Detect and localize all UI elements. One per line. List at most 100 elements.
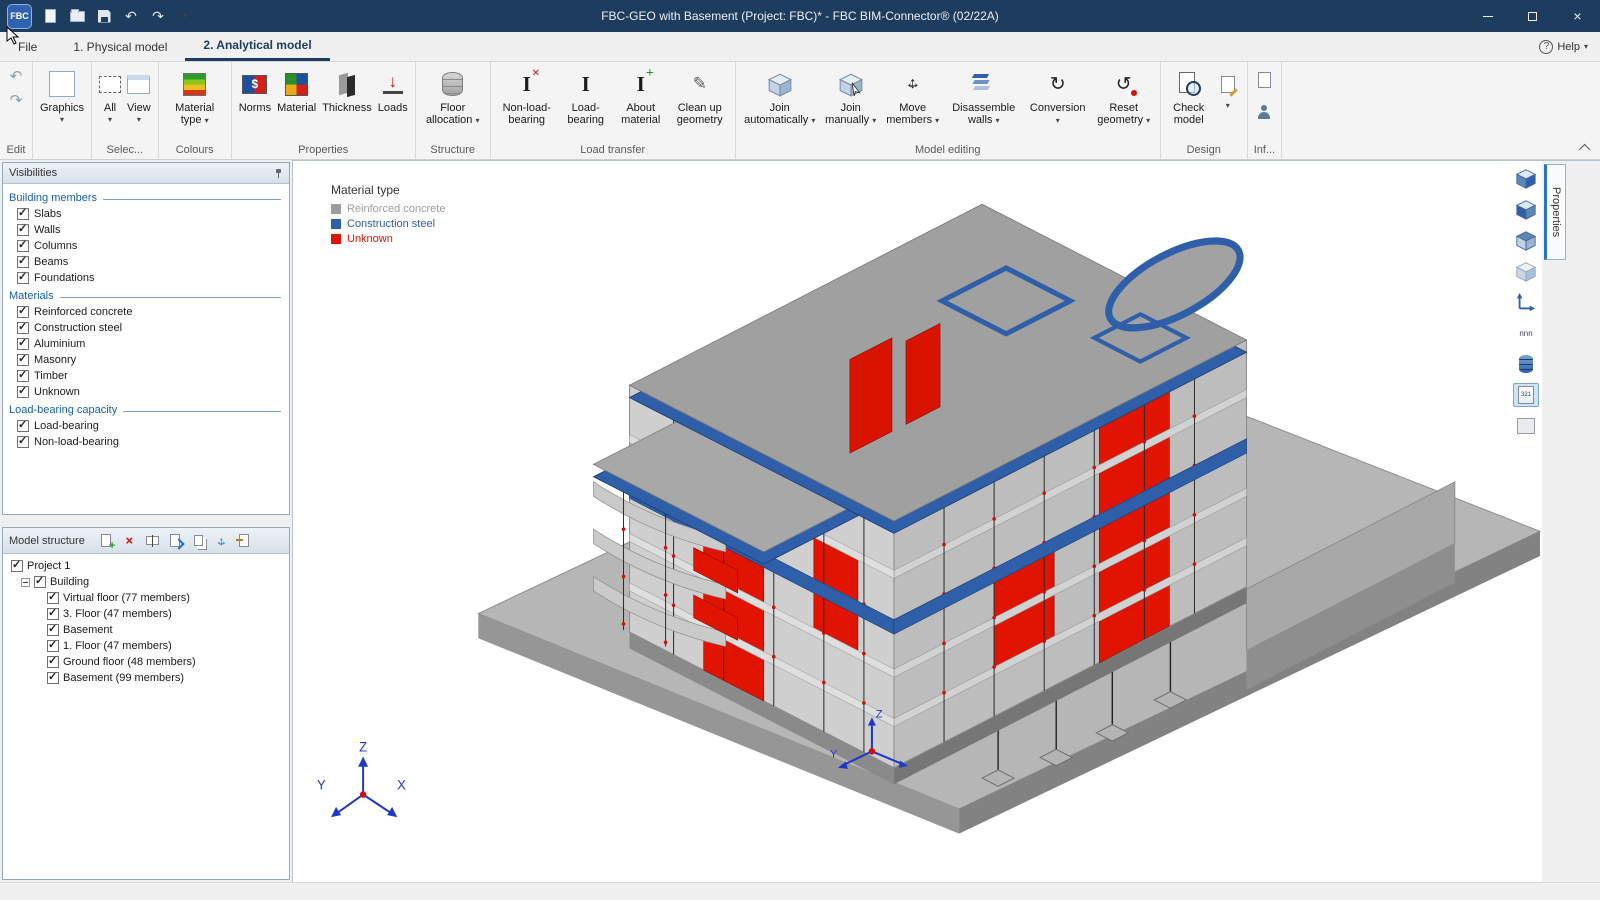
checkbox[interactable] xyxy=(47,592,59,604)
ribbon-undo-button[interactable]: ↶ xyxy=(4,64,28,88)
conversion-button[interactable]: ↻ Conversion ▾ xyxy=(1024,64,1092,128)
checkbox[interactable] xyxy=(47,624,59,636)
tree-item-floor-1[interactable]: 1. Floor (47 members) xyxy=(5,638,287,654)
visibility-item-unknown[interactable]: Unknown xyxy=(3,384,289,400)
norms-button[interactable]: $ Norms xyxy=(236,64,274,116)
material-type-button[interactable]: Material type ▾ xyxy=(163,64,227,128)
ribbon-collapse-button[interactable] xyxy=(1578,141,1594,155)
pin-icon[interactable] xyxy=(272,168,283,179)
checkbox[interactable] xyxy=(17,224,29,236)
checkbox[interactable] xyxy=(17,370,29,382)
visibility-item-slabs[interactable]: Slabs xyxy=(3,206,289,222)
viewport-3d[interactable]: Z Y Z Y X Material type Reinforced concr… xyxy=(292,160,1542,882)
add-floor-button[interactable] xyxy=(97,531,116,550)
about-material-button[interactable]: I+ About material xyxy=(613,64,669,128)
material-button[interactable]: Material xyxy=(274,64,319,116)
select-all-button[interactable]: All ▾ xyxy=(96,64,124,126)
checkbox[interactable] xyxy=(47,672,59,684)
graphics-button[interactable]: Graphics ▾ xyxy=(37,64,87,126)
checkbox[interactable] xyxy=(17,386,29,398)
load-bearing-button[interactable]: I Load-bearing xyxy=(559,64,613,128)
numbering-button[interactable]: 321 xyxy=(1513,383,1539,407)
checkbox[interactable] xyxy=(17,436,29,448)
info-account-button[interactable] xyxy=(1252,100,1276,124)
checkbox[interactable] xyxy=(17,272,29,284)
new-file-button[interactable] xyxy=(41,7,59,25)
checkbox[interactable] xyxy=(17,240,29,252)
disassemble-walls-button[interactable]: Disassemble walls ▾ xyxy=(944,64,1024,128)
design-extra-button[interactable]: ▾ xyxy=(1213,64,1243,112)
copy-button[interactable] xyxy=(189,531,208,550)
tab-file[interactable]: File xyxy=(0,32,55,61)
rename-button[interactable] xyxy=(143,531,162,550)
info-document-button[interactable] xyxy=(1252,68,1276,92)
close-button[interactable]: × xyxy=(1555,0,1600,32)
open-file-button[interactable] xyxy=(68,7,86,25)
checkbox[interactable] xyxy=(34,576,46,588)
non-load-bearing-button[interactable]: I× Non-load-bearing xyxy=(495,64,559,128)
ribbon-redo-button[interactable]: ↷ xyxy=(4,88,28,112)
view-plan-button[interactable] xyxy=(1513,290,1539,314)
supports-button[interactable]: nnn xyxy=(1513,321,1539,345)
visibility-item-timber[interactable]: Timber xyxy=(3,368,289,384)
checkbox[interactable] xyxy=(17,256,29,268)
tab-analytical-model[interactable]: 2. Analytical model xyxy=(185,32,329,61)
save-button[interactable] xyxy=(95,7,113,25)
delete-button[interactable]: × xyxy=(120,531,139,550)
view-iso-se-button[interactable] xyxy=(1513,166,1539,190)
visibility-item-columns[interactable]: Columns xyxy=(3,238,289,254)
help-menu[interactable]: ? Help ▾ xyxy=(1539,32,1600,61)
checkbox[interactable] xyxy=(47,608,59,620)
view-iso-ne-button[interactable] xyxy=(1513,228,1539,252)
visibility-item-reinforced-concrete[interactable]: Reinforced concrete xyxy=(3,304,289,320)
visibility-item-beams[interactable]: Beams xyxy=(3,254,289,270)
loads-button[interactable]: ↓ Loads xyxy=(375,64,411,116)
render-mode-button[interactable] xyxy=(1513,414,1539,438)
join-automatically-button[interactable]: Join automatically ▾ xyxy=(740,64,820,128)
move-members-button[interactable]: ↔ ↕ Move members ▾ xyxy=(882,64,944,128)
view-cube-light-button[interactable] xyxy=(1513,259,1539,283)
tree-item-floor-3[interactable]: 3. Floor (47 members) xyxy=(5,606,287,622)
visibility-item-non-load-bearing[interactable]: Non-load-bearing xyxy=(3,434,289,450)
move-button[interactable]: ↔↕ xyxy=(212,531,231,550)
tab-physical-model[interactable]: 1. Physical model xyxy=(55,32,185,61)
select-view-button[interactable]: View ▾ xyxy=(124,64,154,126)
undo-button[interactable]: ↶ xyxy=(122,7,140,25)
clean-up-geometry-button[interactable]: ✎ Clean up geometry xyxy=(669,64,731,128)
tree-item-ground-floor[interactable]: Ground floor (48 members) xyxy=(5,654,287,670)
collapse-expander[interactable] xyxy=(21,578,30,587)
redo-button[interactable]: ↷ xyxy=(149,7,167,25)
checkbox[interactable] xyxy=(47,656,59,668)
tree-item-basement-2[interactable]: Basement (99 members) xyxy=(5,670,287,686)
building-model[interactable]: Z Y Z Y X xyxy=(293,161,1542,882)
view-iso-sw-button[interactable] xyxy=(1513,197,1539,221)
floor-allocation-button[interactable]: Floor allocation ▾ xyxy=(420,64,486,128)
visibility-item-load-bearing[interactable]: Load-bearing xyxy=(3,418,289,434)
visibility-item-walls[interactable]: Walls xyxy=(3,222,289,238)
thickness-button[interactable]: Thickness xyxy=(319,64,375,116)
reset-geometry-button[interactable]: ↺ Reset geometry ▾ xyxy=(1092,64,1156,128)
checkbox[interactable] xyxy=(17,322,29,334)
load-cases-button[interactable] xyxy=(1513,352,1539,376)
checkbox[interactable] xyxy=(17,306,29,318)
checkbox[interactable] xyxy=(17,208,29,220)
checkbox[interactable] xyxy=(11,560,23,572)
qat-customize-button[interactable]: ▾ xyxy=(176,7,194,25)
visibility-item-foundations[interactable]: Foundations xyxy=(3,270,289,286)
tree-item-building[interactable]: Building xyxy=(5,574,287,590)
checkbox[interactable] xyxy=(17,420,29,432)
checkbox[interactable] xyxy=(47,640,59,652)
minimize-button[interactable] xyxy=(1465,0,1510,32)
join-manually-button[interactable]: Join manually ▾ xyxy=(820,64,882,128)
properties-tab[interactable]: Properties xyxy=(1544,164,1566,260)
tree-item-basement-1[interactable]: Basement xyxy=(5,622,287,638)
tree-item-virtual-floor[interactable]: Virtual floor (77 members) xyxy=(5,590,287,606)
checkbox[interactable] xyxy=(17,338,29,350)
visibility-item-aluminium[interactable]: Aluminium xyxy=(3,336,289,352)
visibilities-header[interactable]: Visibilities xyxy=(3,163,289,184)
checkbox[interactable] xyxy=(17,354,29,366)
maximize-button[interactable] xyxy=(1510,0,1555,32)
visibility-item-masonry[interactable]: Masonry xyxy=(3,352,289,368)
check-model-button[interactable]: Check model xyxy=(1165,64,1213,128)
import-button[interactable] xyxy=(235,531,254,550)
